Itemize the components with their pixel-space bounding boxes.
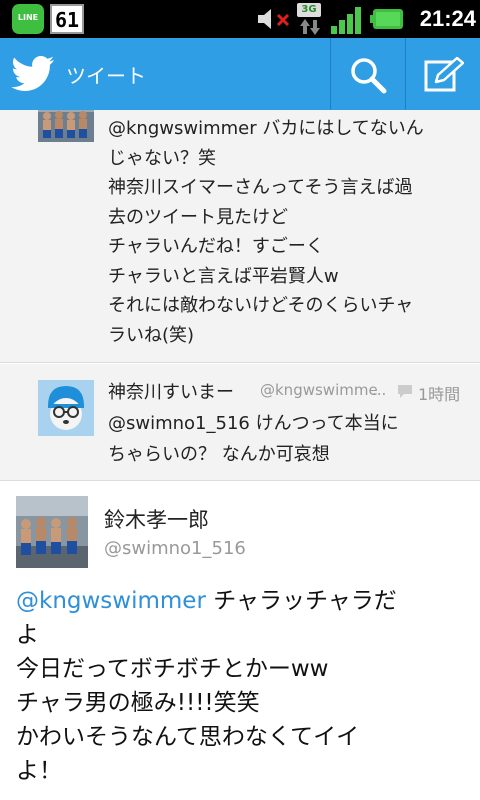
compose-button[interactable]: [405, 38, 480, 110]
status-bar: LINE 61 3G 21:24: [0, 0, 480, 38]
timeline-tweet[interactable]: @kngwswimmer バカにはしてないん じゃない？笑 神奈川スイマーさんっ…: [0, 110, 480, 363]
line-app-label: LINE: [17, 13, 39, 22]
clock: 21:24: [419, 6, 476, 31]
tweet-text: @kngwswimmer チャラッチャラだ よ 今日だってボチボチとかーww チ…: [16, 584, 476, 788]
avatar[interactable]: [38, 110, 94, 142]
author-handle: @swimno1_516: [104, 538, 246, 559]
network-3g-icon: 3G: [297, 3, 323, 35]
timestamp: 1時間: [418, 385, 461, 404]
twitter-bird-icon[interactable]: [10, 52, 56, 96]
speaker-muted-icon: [258, 9, 290, 29]
author-name[interactable]: 鈴木孝一郎: [104, 504, 209, 534]
battery-icon: [370, 9, 403, 29]
line-app-icon: LINE: [12, 4, 44, 34]
tweet-body: チャラッチャラだ よ 今日だってボチボチとかーww チャラ男の極み!!!!笑笑 …: [16, 588, 397, 784]
tweet-text: @swimno1_516 けんつって本当に ちゃらいの？ なんか可哀想: [108, 413, 399, 465]
search-button[interactable]: [330, 38, 405, 110]
focused-tweet: 鈴木孝一郎 @swimno1_516 @kngwswimmer チャラッチャラだ…: [0, 482, 480, 800]
avatar[interactable]: [38, 380, 94, 436]
handle-ellipsis: ...: [372, 381, 387, 399]
author-name[interactable]: 神奈川すいまー: [108, 378, 234, 404]
search-icon: [351, 58, 387, 94]
mention-link[interactable]: @kngwswimmer: [16, 588, 206, 614]
compose-icon: [424, 56, 464, 92]
app-bar: ツイート: [0, 38, 480, 110]
notification-count: 61: [54, 8, 80, 32]
page-title: ツイート: [66, 64, 146, 88]
notification-count-icon: 61: [50, 4, 84, 34]
signal-strength-icon: [331, 7, 361, 34]
timeline-tweet[interactable]: 神奈川すいまー @kngwswimmer ... 1時間 @swimno1_51…: [0, 364, 480, 481]
tweet-text: @kngwswimmer バカにはしてないん じゃない？笑 神奈川スイマーさんっ…: [108, 118, 424, 346]
network-label: 3G: [297, 3, 321, 17]
avatar[interactable]: [16, 496, 88, 568]
author-handle: @kngwswimmer: [260, 381, 378, 399]
reply-bubble-icon: [398, 385, 412, 398]
